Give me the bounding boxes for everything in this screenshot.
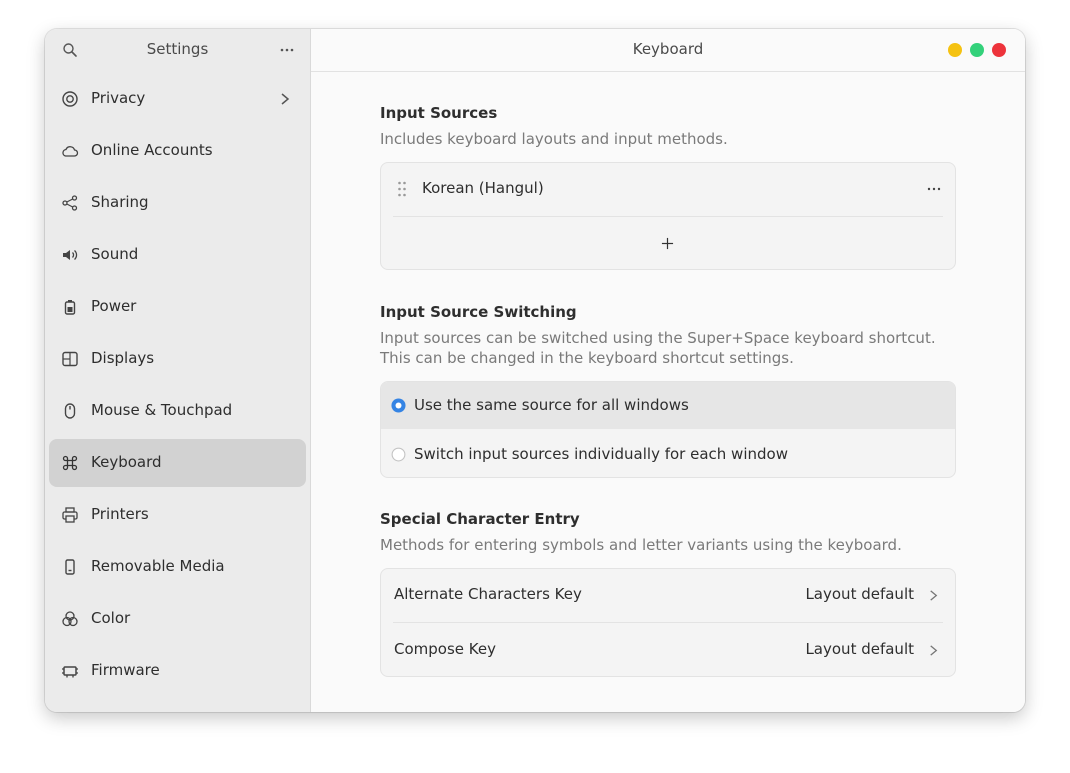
speaker-icon xyxy=(63,250,78,260)
sidebar-item-privacy[interactable]: Privacy xyxy=(49,75,306,123)
sidebar-item-removable-media[interactable]: Removable Media xyxy=(49,543,306,591)
sidebar-item-label: Color xyxy=(91,609,131,627)
input-source-label: Korean (Hangul) xyxy=(422,179,544,197)
sidebar-item-sharing[interactable]: Sharing xyxy=(49,179,306,227)
battery-icon xyxy=(64,300,76,315)
sidebar-item-online-accounts[interactable]: Online Accounts xyxy=(49,127,306,175)
add-input-source-button[interactable] xyxy=(381,217,955,269)
chevron-right-icon xyxy=(930,645,938,656)
mouse-icon xyxy=(64,403,76,419)
printer-icon xyxy=(62,507,78,523)
usb-drive-icon xyxy=(65,559,75,575)
main-panel: Keyboard Input Sources Includes keyboard… xyxy=(311,29,1025,712)
chevron-right-icon xyxy=(281,93,290,105)
alternate-characters-row[interactable]: Alternate Characters Key Layout default xyxy=(381,569,955,622)
special-keys-card: Alternate Characters Key Layout default … xyxy=(380,568,956,677)
sidebar-item-keyboard[interactable]: Keyboard xyxy=(49,439,306,487)
radio-option-per-window[interactable]: Switch input sources individually for ea… xyxy=(381,430,955,477)
maximize-button[interactable] xyxy=(970,43,984,57)
sidebar-list: Privacy Online Accounts Sharing Sound Po… xyxy=(49,75,306,699)
sidebar-item-label: Sharing xyxy=(91,193,149,211)
switching-title: Input Source Switching xyxy=(380,303,577,321)
sidebar-header: Settings xyxy=(45,29,310,71)
share-icon xyxy=(62,195,78,211)
special-title: Special Character Entry xyxy=(380,510,580,528)
chevron-right-icon xyxy=(930,590,938,601)
color-circles-icon xyxy=(62,611,78,627)
sidebar-item-sound[interactable]: Sound xyxy=(49,231,306,279)
radio-selected-icon[interactable] xyxy=(391,398,406,413)
cloud-icon xyxy=(62,146,79,157)
sidebar-item-label: Power xyxy=(91,297,137,315)
page-title: Keyboard xyxy=(632,40,704,58)
radio-option-label: Use the same source for all windows xyxy=(414,396,689,414)
row-label: Compose Key xyxy=(394,640,496,658)
row-label: Alternate Characters Key xyxy=(394,585,582,603)
sidebar-item-label: Online Accounts xyxy=(91,141,213,159)
minimize-button[interactable] xyxy=(948,43,962,57)
close-button[interactable] xyxy=(992,43,1006,57)
input-sources-card: Korean (Hangul) xyxy=(380,162,956,270)
settings-window: Settings Privacy Online Accounts Sharing… xyxy=(45,29,1025,712)
input-sources-description: Includes keyboard layouts and input meth… xyxy=(380,130,728,148)
input-sources-title: Input Sources xyxy=(380,104,498,122)
radio-option-label: Switch input sources individually for ea… xyxy=(414,445,788,463)
sidebar-item-label: Firmware xyxy=(91,661,160,679)
sidebar-item-mouse-touchpad[interactable]: Mouse & Touchpad xyxy=(49,387,306,435)
plus-icon xyxy=(661,237,674,250)
display-icon xyxy=(62,351,78,367)
drag-handle-icon[interactable] xyxy=(397,181,407,197)
row-value: Layout default xyxy=(805,585,914,603)
radio-option-same-source[interactable]: Use the same source for all windows xyxy=(381,382,955,429)
sidebar-item-label: Keyboard xyxy=(91,453,162,471)
compose-key-row[interactable]: Compose Key Layout default xyxy=(381,623,955,676)
sidebar-title: Settings xyxy=(146,40,209,58)
sidebar-item-power[interactable]: Power xyxy=(49,283,306,331)
sidebar-item-label: Privacy xyxy=(91,89,146,107)
sidebar-item-label: Mouse & Touchpad xyxy=(91,401,233,419)
command-icon xyxy=(62,455,78,471)
switching-description-line1: Input sources can be switched using the … xyxy=(380,329,936,347)
chip-icon xyxy=(62,666,78,678)
sidebar-item-label: Sound xyxy=(91,245,139,263)
switching-options-card: Use the same source for all windows Swit… xyxy=(380,381,956,478)
radio-unselected-icon[interactable] xyxy=(391,447,406,462)
sidebar: Settings Privacy Online Accounts Sharing… xyxy=(45,29,311,712)
input-source-row: Korean (Hangul) xyxy=(381,163,955,215)
special-description: Methods for entering symbols and letter … xyxy=(380,536,902,554)
sidebar-item-color[interactable]: Color xyxy=(49,595,306,643)
more-options-icon[interactable] xyxy=(925,180,943,198)
privacy-icon xyxy=(62,91,78,107)
sidebar-item-firmware[interactable]: Firmware xyxy=(49,647,306,695)
sidebar-item-label: Removable Media xyxy=(91,557,225,575)
row-value: Layout default xyxy=(805,640,914,658)
sidebar-item-displays[interactable]: Displays xyxy=(49,335,306,383)
more-options-icon[interactable] xyxy=(278,41,296,59)
header-bar: Keyboard xyxy=(311,29,1025,72)
sidebar-item-printers[interactable]: Printers xyxy=(49,491,306,539)
sidebar-item-label: Displays xyxy=(91,349,155,367)
switching-description-line2: This can be changed in the keyboard shor… xyxy=(380,349,794,367)
sidebar-item-label: Printers xyxy=(91,505,149,523)
